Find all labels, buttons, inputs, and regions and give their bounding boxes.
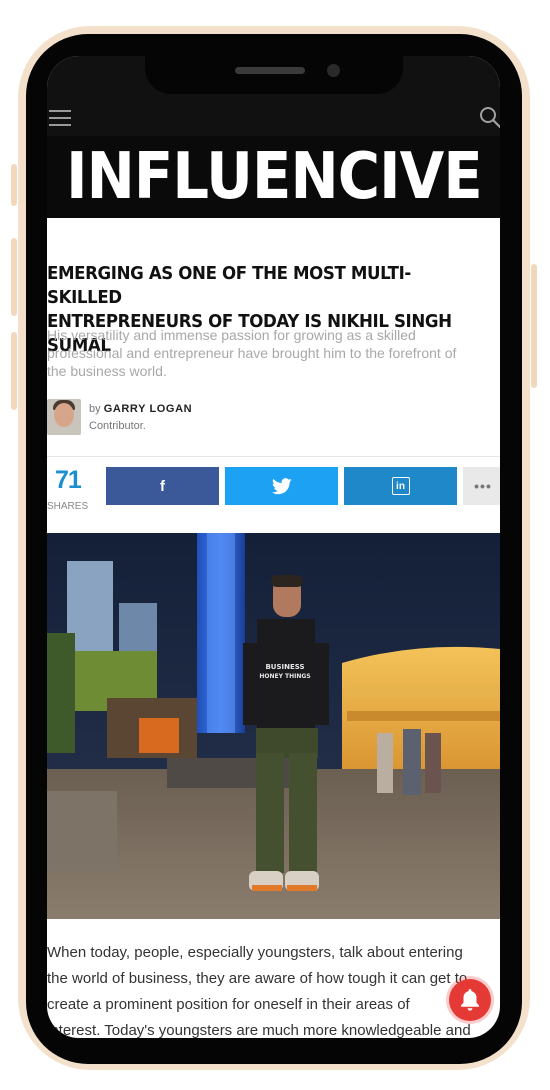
shirt-print-line: BUSINESS bbox=[265, 663, 304, 671]
phone-speaker bbox=[235, 67, 305, 74]
author-by-label: by bbox=[89, 403, 101, 415]
front-camera bbox=[327, 64, 340, 77]
search-icon[interactable] bbox=[479, 106, 500, 135]
body-line: the world of business, they are aware of… bbox=[47, 970, 468, 987]
author-name-link[interactable]: GARRY LOGAN bbox=[104, 403, 193, 415]
more-icon: ••• bbox=[474, 478, 492, 494]
phone-side-button bbox=[11, 164, 17, 206]
twitter-share-button[interactable] bbox=[225, 467, 338, 505]
subhead-line: His versatility and immense passion for … bbox=[47, 327, 416, 343]
site-logo-banner[interactable]: INFLUENCIVE bbox=[47, 136, 500, 218]
hero-image: BUSINESS HONEY THINGS bbox=[47, 533, 500, 919]
headline-line: EMERGING AS ONE OF THE MOST MULTI-SKILLE… bbox=[47, 264, 411, 308]
author-block: by GARRY LOGAN Contributor. bbox=[47, 399, 500, 439]
twitter-icon bbox=[271, 477, 292, 494]
subhead-line: the business world. bbox=[47, 363, 167, 379]
phone-notch bbox=[145, 56, 403, 94]
linkedin-share-button[interactable]: in bbox=[344, 467, 457, 505]
phone-side-button bbox=[11, 332, 17, 410]
menu-icon[interactable] bbox=[49, 110, 71, 126]
shirt-print-line: HONEY THINGS bbox=[259, 673, 310, 680]
share-count-label: SHARES bbox=[47, 501, 89, 512]
facebook-icon: f bbox=[160, 477, 165, 495]
subhead-line: professional and entrepreneur have broug… bbox=[47, 345, 457, 361]
body-line: interest. Today's youngsters are much mo… bbox=[47, 1022, 471, 1038]
article-body: When today, people, especially youngster… bbox=[47, 940, 500, 1038]
notification-bell-button[interactable] bbox=[449, 979, 491, 1021]
author-avatar[interactable] bbox=[47, 399, 81, 435]
phone-screen: INFLUENCIVE EMERGING AS ONE OF THE MOST … bbox=[47, 56, 500, 1038]
article-subheading: His versatility and immense passion for … bbox=[47, 326, 492, 380]
facebook-share-button[interactable]: f bbox=[106, 467, 219, 505]
linkedin-icon: in bbox=[391, 477, 410, 495]
site-logo[interactable]: INFLUENCIVE bbox=[66, 145, 483, 209]
bell-icon bbox=[461, 989, 479, 1011]
share-count: 71 bbox=[55, 466, 82, 494]
body-line: When today, people, especially youngster… bbox=[47, 944, 463, 961]
phone-side-button bbox=[11, 238, 17, 316]
divider bbox=[47, 456, 500, 457]
phone-side-button bbox=[531, 264, 537, 388]
author-byline: by GARRY LOGAN bbox=[89, 403, 192, 415]
author-role: Contributor. bbox=[89, 420, 146, 432]
body-line: create a prominent position for oneself … bbox=[47, 996, 410, 1013]
more-share-button[interactable]: ••• bbox=[463, 467, 500, 505]
